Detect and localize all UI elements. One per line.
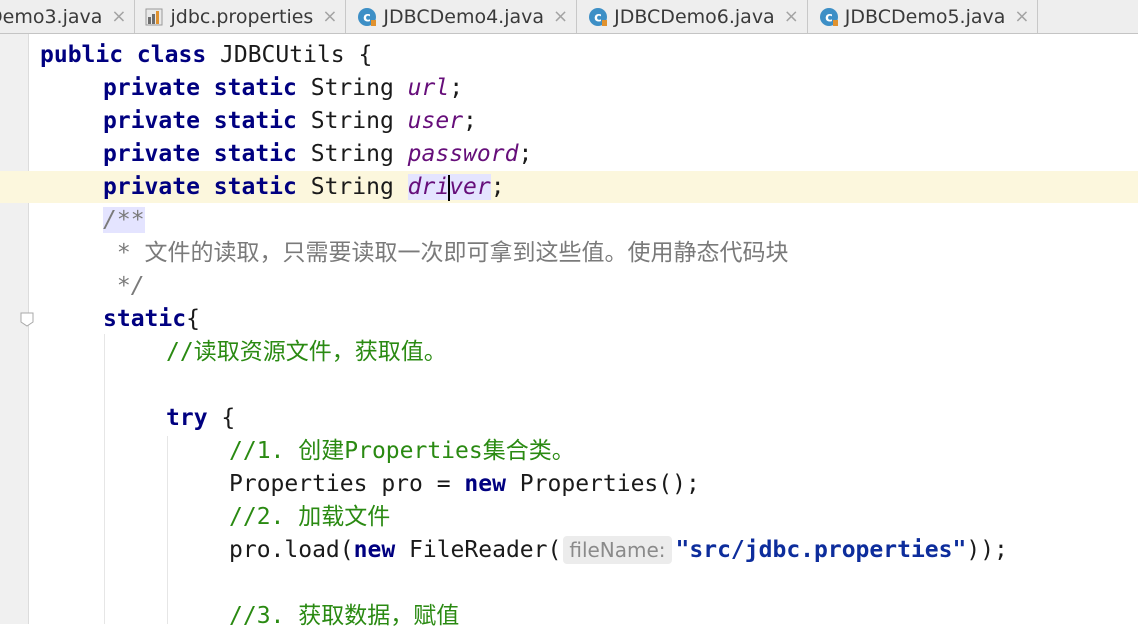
close-icon[interactable]: × (553, 6, 568, 27)
indent-guide (104, 334, 105, 624)
close-icon[interactable]: × (111, 6, 126, 27)
code-line-13[interactable]: Properties pro = new Properties(); (229, 468, 700, 501)
svg-text:c: c (364, 10, 372, 25)
java-class-icon: c (589, 7, 608, 26)
tab-label: JDBCDemo5.java (844, 5, 1006, 28)
tab-label: jdbc.properties (170, 5, 314, 28)
svg-text:c: c (594, 10, 602, 25)
highlighted-identifier: driver (407, 174, 491, 201)
code-editor[interactable]: public class JDBCUtils { private static … (0, 34, 1138, 629)
java-class-icon: c (819, 7, 838, 26)
code-line-8[interactable]: */ (103, 270, 145, 303)
parameter-hint: fileName: (563, 536, 672, 564)
close-icon[interactable]: × (1014, 6, 1029, 27)
properties-file-icon (145, 8, 163, 25)
code-line-7[interactable]: * 文件的读取，只需要读取一次即可拿到这些值。使用静态代码块 (103, 237, 789, 270)
editor-gutter[interactable] (0, 34, 29, 624)
code-line-9[interactable]: static{ (103, 303, 200, 336)
code-line-2[interactable]: private static String url; (103, 72, 463, 105)
java-class-icon: c (358, 7, 377, 26)
tab-demo3[interactable]: Demo3.java × (0, 0, 136, 33)
svg-text:c: c (825, 10, 833, 25)
tab-jdbcdemo6[interactable]: c JDBCDemo6.java × (577, 0, 808, 33)
tab-jdbcdemo4[interactable]: c JDBCDemo4.java × (346, 0, 578, 33)
indent-guide (167, 436, 168, 624)
tab-label: JDBCDemo4.java (383, 5, 545, 28)
close-icon[interactable]: × (322, 6, 337, 27)
editor-tab-bar: Demo3.java × jdbc.properties × c JDBCDem… (0, 0, 1138, 34)
tab-label: Demo3.java (0, 5, 103, 28)
code-line-11[interactable]: try { (166, 402, 235, 435)
tab-jdbc-properties[interactable]: jdbc.properties × (135, 0, 347, 33)
code-line-6[interactable]: /** (103, 204, 145, 237)
code-line-16[interactable]: //3. 获取数据，赋值 (229, 600, 459, 633)
code-line-4[interactable]: private static String password; (103, 138, 532, 171)
close-icon[interactable]: × (784, 6, 799, 27)
code-line-1[interactable]: public class JDBCUtils { (40, 39, 372, 72)
code-line-5[interactable]: private static String driver; (103, 171, 505, 204)
code-line-3[interactable]: private static String user; (103, 105, 477, 138)
code-line-15[interactable]: pro.load(new FileReader(fileName: "src/jd… (229, 534, 1008, 567)
fold-icon[interactable] (20, 312, 34, 327)
code-line-12[interactable]: //1. 创建Properties集合类。 (229, 435, 575, 468)
tab-label: JDBCDemo6.java (614, 5, 775, 28)
code-line-10[interactable]: //读取资源文件，获取值。 (166, 336, 447, 369)
code-line-14[interactable]: //2. 加载文件 (229, 501, 390, 534)
tab-jdbcdemo5[interactable]: c JDBCDemo5.java × (808, 0, 1039, 33)
